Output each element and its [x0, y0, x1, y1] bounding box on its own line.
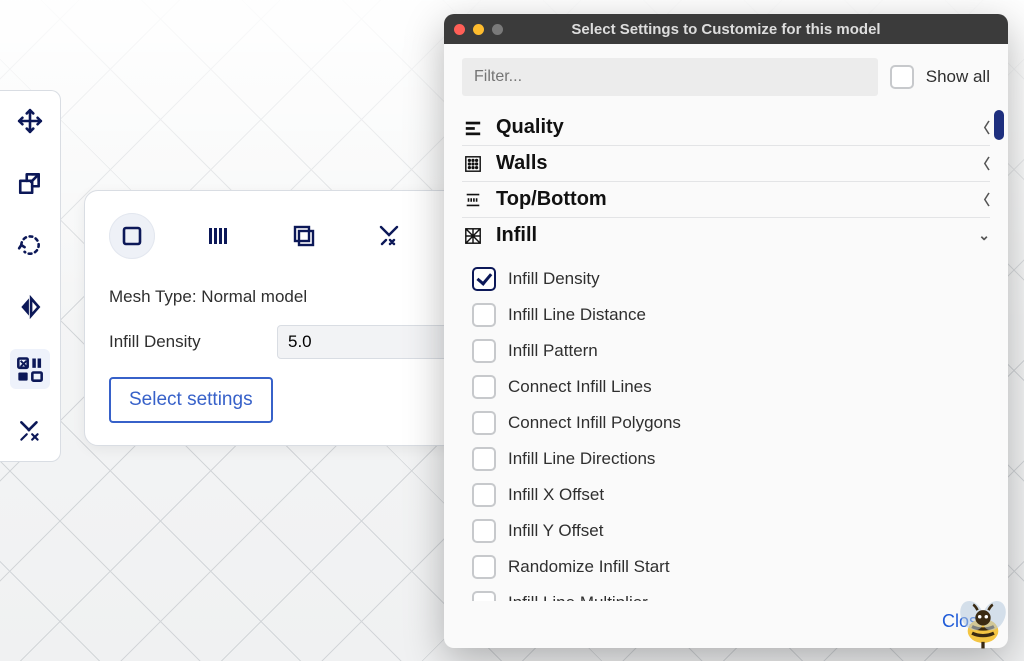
category-walls[interactable]: Walls 〈 [462, 146, 990, 182]
settings-list[interactable]: Quality 〈 Walls 〈 Top/Bottom 〈 Infill ⌄ [444, 110, 1008, 601]
setting-option[interactable]: Randomize Infill Start [470, 549, 990, 585]
category-label: Infill [496, 224, 537, 247]
setting-option[interactable]: Infill Line Distance [470, 297, 990, 333]
support-blocker-tool[interactable] [10, 411, 50, 451]
mesh-normal-tab[interactable] [109, 213, 155, 259]
select-settings-dialog: Select Settings to Customize for this mo… [444, 14, 1008, 648]
setting-option[interactable]: Infill X Offset [470, 477, 990, 513]
option-checkbox[interactable] [472, 339, 496, 363]
infill-density-label: Infill Density [109, 332, 277, 352]
option-label: Infill Pattern [508, 341, 598, 361]
infill-options: Infill Density Infill Line Distance Infi… [462, 253, 990, 601]
scale-tool[interactable] [10, 163, 50, 203]
option-checkbox[interactable] [472, 411, 496, 435]
topbottom-icon [462, 191, 484, 209]
infill-icon [462, 227, 484, 245]
setting-option[interactable]: Infill Y Offset [470, 513, 990, 549]
window-close-icon[interactable] [454, 24, 465, 35]
category-quality[interactable]: Quality 〈 [462, 110, 990, 146]
option-checkbox[interactable] [472, 447, 496, 471]
category-infill[interactable]: Infill ⌄ [462, 218, 990, 253]
show-all-checkbox[interactable] [890, 65, 914, 89]
window-zoom-icon[interactable] [492, 24, 503, 35]
filter-input[interactable] [462, 58, 878, 96]
setting-option[interactable]: Infill Pattern [470, 333, 990, 369]
infill-density-input[interactable] [277, 325, 459, 359]
mesh-type-tabs [109, 213, 459, 259]
chevron-down-icon: ⌄ [978, 227, 990, 244]
mirror-tool[interactable] [10, 287, 50, 327]
select-settings-button[interactable]: Select settings [109, 377, 273, 423]
per-model-panel: Mesh Type: Normal model Infill Density S… [84, 190, 484, 446]
show-all-label: Show all [926, 67, 990, 87]
option-checkbox[interactable] [472, 267, 496, 291]
dialog-titlebar[interactable]: Select Settings to Customize for this mo… [444, 14, 1008, 44]
mesh-infill-tab[interactable] [195, 213, 241, 259]
per-model-tool[interactable] [10, 349, 50, 389]
category-label: Walls [496, 152, 548, 175]
setting-option[interactable]: Infill Density [470, 261, 990, 297]
left-toolbar [0, 90, 61, 462]
option-checkbox[interactable] [472, 555, 496, 579]
dialog-title: Select Settings to Customize for this mo… [571, 21, 880, 38]
option-label: Connect Infill Polygons [508, 413, 681, 433]
option-label: Infill X Offset [508, 485, 604, 505]
chevron-left-icon: 〈 [976, 190, 990, 210]
option-label: Randomize Infill Start [508, 557, 670, 577]
mesh-cutting-tab[interactable] [281, 213, 327, 259]
window-minimize-icon[interactable] [473, 24, 484, 35]
close-button[interactable]: Close [942, 611, 988, 631]
category-label: Quality [496, 116, 564, 139]
option-checkbox[interactable] [472, 519, 496, 543]
option-checkbox[interactable] [472, 591, 496, 601]
quality-icon [462, 119, 484, 137]
option-label: Infill Line Multiplier [508, 593, 648, 601]
setting-option[interactable]: Connect Infill Polygons [470, 405, 990, 441]
option-checkbox[interactable] [472, 303, 496, 327]
option-checkbox[interactable] [472, 483, 496, 507]
chevron-left-icon: 〈 [976, 154, 990, 174]
move-tool[interactable] [10, 101, 50, 141]
category-label: Top/Bottom [496, 188, 607, 211]
setting-option[interactable]: Connect Infill Lines [470, 369, 990, 405]
scrollbar-thumb[interactable] [994, 110, 1004, 140]
setting-option[interactable]: Infill Line Multiplier [470, 585, 990, 601]
category-topbottom[interactable]: Top/Bottom 〈 [462, 182, 990, 218]
mesh-type-label: Mesh Type: Normal model [109, 287, 459, 307]
option-label: Infill Line Directions [508, 449, 655, 469]
option-label: Infill Density [508, 269, 600, 289]
mesh-anti-overhang-tab[interactable] [367, 213, 413, 259]
walls-icon [462, 155, 484, 173]
chevron-left-icon: 〈 [976, 118, 990, 138]
option-checkbox[interactable] [472, 375, 496, 399]
option-label: Infill Line Distance [508, 305, 646, 325]
rotate-tool[interactable] [10, 225, 50, 265]
option-label: Infill Y Offset [508, 521, 603, 541]
setting-option[interactable]: Infill Line Directions [470, 441, 990, 477]
option-label: Connect Infill Lines [508, 377, 652, 397]
